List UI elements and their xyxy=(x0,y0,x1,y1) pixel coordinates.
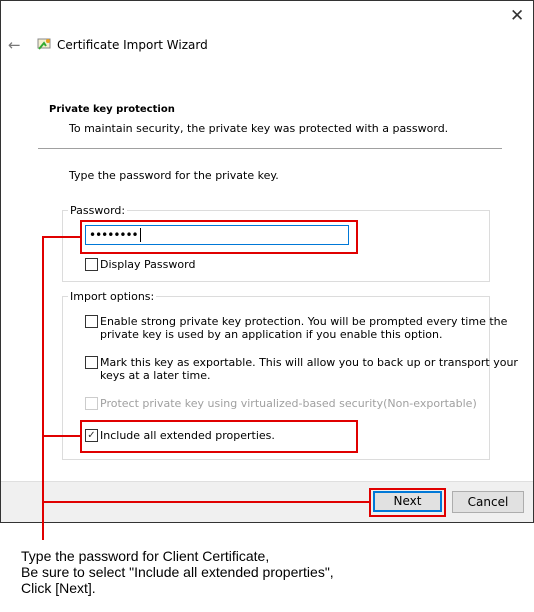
password-input[interactable]: •••••••• xyxy=(85,225,349,245)
extended-properties-checkbox[interactable]: ✓ xyxy=(85,429,98,442)
page-title: Private key protection xyxy=(49,104,175,115)
annotation-text: Type the password for Client Certificate… xyxy=(21,548,334,596)
extended-properties-label: Include all extended properties. xyxy=(100,429,275,442)
page-subtitle: To maintain security, the private key wa… xyxy=(69,122,449,135)
exportable-checkbox[interactable] xyxy=(85,356,98,369)
callout-line xyxy=(42,236,80,238)
callout-line xyxy=(42,236,44,540)
exportable-label: Mark this key as exportable. This will a… xyxy=(100,356,518,382)
arrow-left-icon[interactable]: ← xyxy=(8,36,21,54)
close-icon[interactable]: ✕ xyxy=(510,6,524,26)
vbs-label: Protect private key using virtualized-ba… xyxy=(100,397,477,410)
callout-line xyxy=(42,435,80,437)
certificate-icon xyxy=(37,38,51,50)
import-options-label: Import options: xyxy=(68,290,157,303)
window-title: Certificate Import Wizard xyxy=(57,38,208,52)
strong-protection-label: Enable strong private key protection. Yo… xyxy=(100,315,508,341)
instruction-text: Type the password for the private key. xyxy=(69,169,279,182)
strong-protection-checkbox[interactable] xyxy=(85,315,98,328)
next-button[interactable]: Next xyxy=(373,491,442,512)
cancel-button[interactable]: Cancel xyxy=(452,491,524,513)
display-password-label: Display Password xyxy=(100,258,196,271)
password-label: Password: xyxy=(68,204,128,217)
display-password-checkbox[interactable] xyxy=(85,258,98,271)
callout-line xyxy=(42,501,369,503)
vbs-checkbox xyxy=(85,397,98,410)
divider xyxy=(38,148,502,149)
